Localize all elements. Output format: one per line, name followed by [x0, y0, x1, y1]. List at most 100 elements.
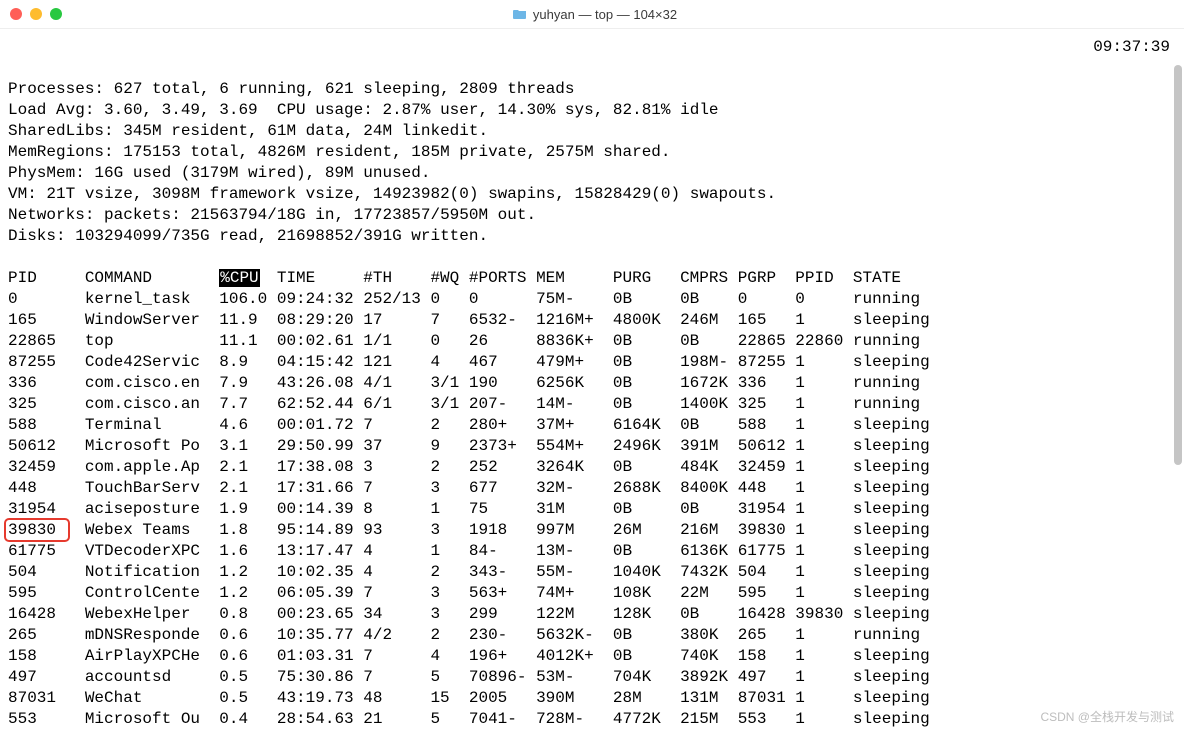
cell-wq: 0	[430, 289, 468, 310]
col-pgrp: PGRP	[738, 268, 796, 289]
cell-pgrp: 32459	[738, 457, 796, 478]
table-row: 0kernel_task106.009:24:32252/130075M-0B0…	[8, 289, 1176, 310]
cell-th: 121	[363, 352, 430, 373]
cell-time: 28:54.63	[277, 709, 363, 730]
cell-mem: 8836K+	[536, 331, 613, 352]
cell-pgrp: 39830	[738, 520, 796, 541]
cell-pgrp: 50612	[738, 436, 796, 457]
zoom-button[interactable]	[50, 8, 62, 20]
cell-pid: 336	[8, 373, 85, 394]
cell-purg: 4772K	[613, 709, 680, 730]
cell-th: 6/1	[363, 394, 430, 415]
cell-cmprs: 131M	[680, 688, 738, 709]
cell-ports: 6532-	[469, 310, 536, 331]
cell-th: 4/1	[363, 373, 430, 394]
cell-pgrp: 31954	[738, 499, 796, 520]
cell-purg: 0B	[613, 373, 680, 394]
cell-cmprs: 391M	[680, 436, 738, 457]
table-row: 588Terminal4.600:01.7272280+37M+6164K0B5…	[8, 415, 1176, 436]
table-row: 50612Microsoft Po3.129:50.993792373+554M…	[8, 436, 1176, 457]
cell-pgrp: 265	[738, 625, 796, 646]
cell-pid: 497	[8, 667, 85, 688]
col-cpu[interactable]: %CPU	[219, 268, 277, 289]
cell-wq: 4	[430, 352, 468, 373]
cell-pid: 553	[8, 709, 85, 730]
cell-ports: 2005	[469, 688, 536, 709]
cell-mem: 55M-	[536, 562, 613, 583]
cell-th: 4	[363, 562, 430, 583]
cell-cmprs: 380K	[680, 625, 738, 646]
cell-time: 09:24:32	[277, 289, 363, 310]
cell-mem: 122M	[536, 604, 613, 625]
cell-cmd: VTDecoderXPC	[85, 541, 219, 562]
summary-networks: Networks: packets: 21563794/18G in, 1772…	[8, 206, 536, 224]
cell-wq: 3	[430, 478, 468, 499]
cell-purg: 1040K	[613, 562, 680, 583]
scrollbar[interactable]	[1174, 65, 1182, 465]
cell-ports: 280+	[469, 415, 536, 436]
titlebar[interactable]: yuhyan — top — 104×32	[0, 0, 1184, 29]
cell-cpu: 0.4	[219, 709, 277, 730]
table-row: 165WindowServer11.908:29:201776532-1216M…	[8, 310, 1176, 331]
cell-th: 3	[363, 457, 430, 478]
cell-purg: 0B	[613, 646, 680, 667]
cell-th: 34	[363, 604, 430, 625]
cell-pgrp: 61775	[738, 541, 796, 562]
cell-ports: 196+	[469, 646, 536, 667]
cell-pgrp: 22865	[738, 331, 796, 352]
cell-purg: 26M	[613, 520, 680, 541]
table-row: 31954aciseposture1.900:14.39817531M0B0B3…	[8, 499, 1176, 520]
cell-purg: 28M	[613, 688, 680, 709]
cell-ports: 7041-	[469, 709, 536, 730]
terminal-output[interactable]: 09:37:39 Processes: 627 total, 6 running…	[0, 29, 1184, 731]
cell-ppid: 1	[795, 478, 853, 499]
cell-state: sleeping	[853, 352, 939, 373]
process-table: PIDCOMMAND%CPUTIME#TH#WQ#PORTSMEMPURGCMP…	[8, 268, 1176, 731]
cell-state: running	[853, 289, 939, 310]
table-row: 87031WeChat0.543:19.7348152005390M28M131…	[8, 688, 1176, 709]
cell-cpu: 0.5	[219, 667, 277, 688]
cell-cmprs: 0B	[680, 499, 738, 520]
cell-wq: 5	[430, 709, 468, 730]
window-title: yuhyan — top — 104×32	[76, 7, 1114, 22]
cell-ppid: 1	[795, 352, 853, 373]
cell-cmd: Notification	[85, 562, 219, 583]
cell-state: sleeping	[853, 688, 939, 709]
cell-purg: 128K	[613, 604, 680, 625]
cell-mem: 75M-	[536, 289, 613, 310]
cell-mem: 997M	[536, 520, 613, 541]
cell-time: 00:02.61	[277, 331, 363, 352]
table-row: 22865top11.100:02.611/10268836K+0B0B2286…	[8, 331, 1176, 352]
summary-physmem: PhysMem: 16G used (3179M wired), 89M unu…	[8, 164, 430, 182]
cell-pgrp: 87031	[738, 688, 796, 709]
cell-purg: 6164K	[613, 415, 680, 436]
cell-cpu: 0.8	[219, 604, 277, 625]
cell-state: sleeping	[853, 310, 939, 331]
cell-wq: 3	[430, 604, 468, 625]
table-row: 595ControlCente1.206:05.3973563+74M+108K…	[8, 583, 1176, 604]
col-mem: MEM	[536, 268, 613, 289]
cell-th: 252/13	[363, 289, 430, 310]
cell-th: 48	[363, 688, 430, 709]
cell-time: 62:52.44	[277, 394, 363, 415]
summary-load: Load Avg: 3.60, 3.49, 3.69 CPU usage: 2.…	[8, 101, 719, 119]
col-wq: #WQ	[430, 268, 468, 289]
minimize-button[interactable]	[30, 8, 42, 20]
cell-ports: 563+	[469, 583, 536, 604]
cell-wq: 15	[430, 688, 468, 709]
cell-mem: 13M-	[536, 541, 613, 562]
cell-th: 7	[363, 415, 430, 436]
cell-wq: 2	[430, 415, 468, 436]
cell-pid: 158	[8, 646, 85, 667]
cell-cpu: 11.1	[219, 331, 277, 352]
cell-time: 17:38.08	[277, 457, 363, 478]
cell-time: 00:23.65	[277, 604, 363, 625]
cell-ppid: 1	[795, 499, 853, 520]
cell-mem: 53M-	[536, 667, 613, 688]
cell-ports: 190	[469, 373, 536, 394]
cell-cpu: 0.5	[219, 688, 277, 709]
close-button[interactable]	[10, 8, 22, 20]
cell-purg: 2688K	[613, 478, 680, 499]
cell-cmd: Microsoft Po	[85, 436, 219, 457]
cell-cmd: kernel_task	[85, 289, 219, 310]
